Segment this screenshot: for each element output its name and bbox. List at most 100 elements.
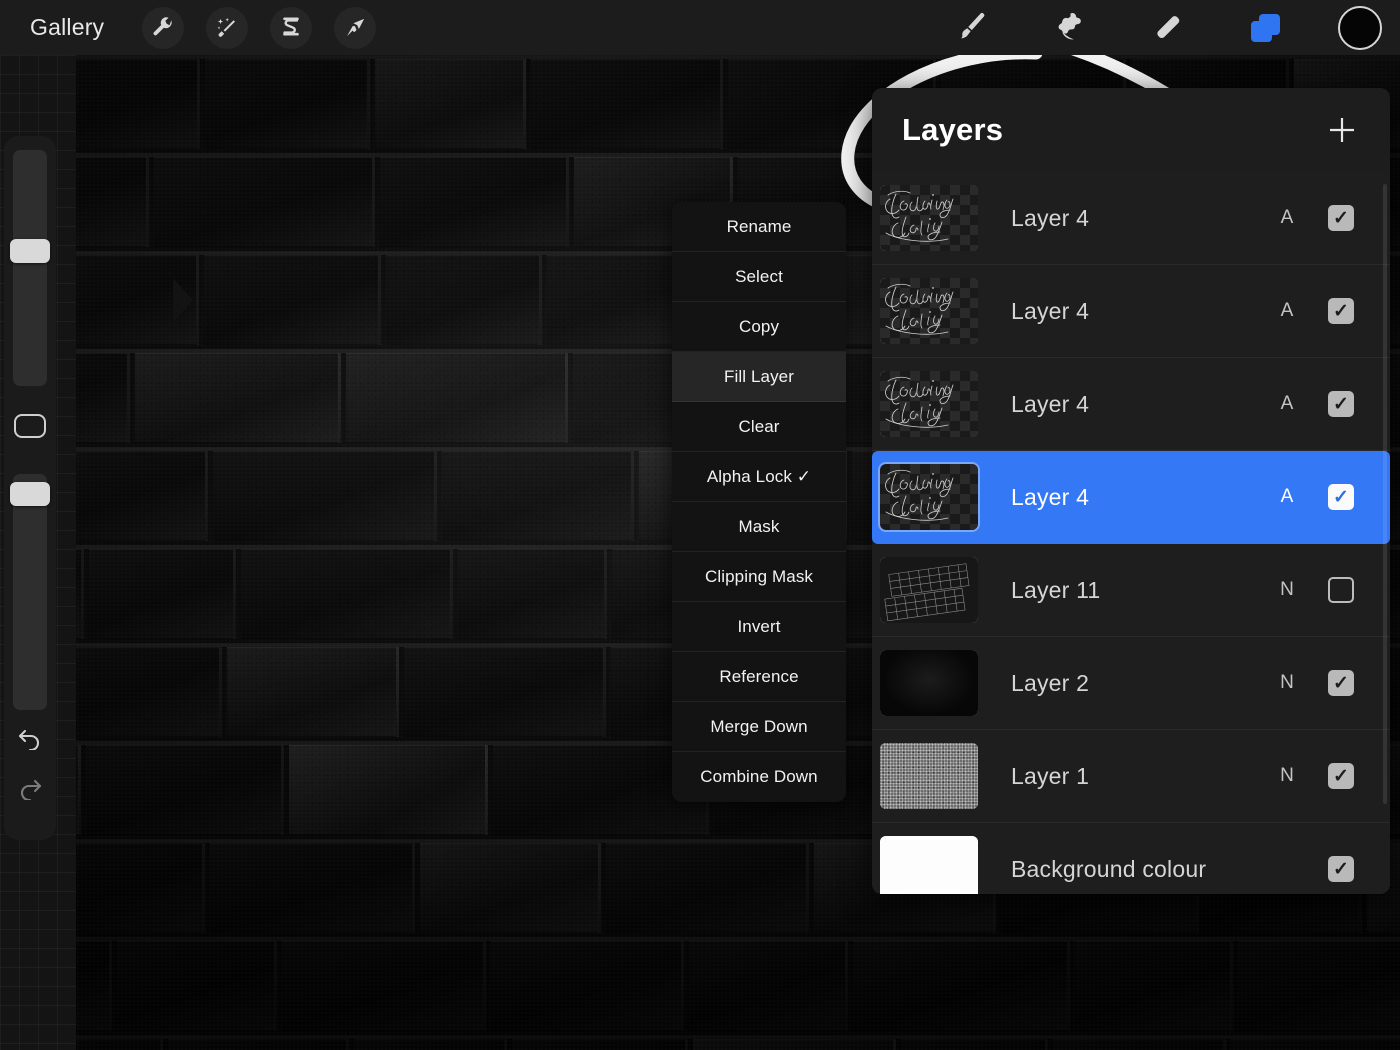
layers-scrollbar[interactable]: [1383, 184, 1387, 804]
brick: [442, 451, 634, 541]
layer-visibility-checkbox[interactable]: ✓: [1328, 577, 1354, 603]
redo-button[interactable]: [8, 766, 52, 810]
layer-thumbnail[interactable]: [880, 557, 978, 623]
adjustments-wand-button[interactable]: [206, 6, 249, 49]
layer-blend-mode[interactable]: A: [1274, 486, 1300, 508]
layer-row[interactable]: Layer 4 A ✓: [872, 172, 1390, 265]
checkmark-icon: ✓: [1333, 300, 1349, 322]
undo-button[interactable]: [8, 716, 52, 760]
brick: [375, 59, 526, 149]
checkmark-icon: ✓: [1333, 207, 1349, 229]
transform-button[interactable]: [334, 6, 377, 49]
layer-row[interactable]: Layer 1 N ✓: [872, 730, 1390, 823]
brick: [205, 59, 370, 149]
brick: [1238, 941, 1400, 1031]
context-menu-item-label: Clipping Mask: [704, 566, 814, 586]
layer-visibility-checkbox[interactable]: ✓: [1328, 856, 1354, 882]
smudge-icon: [1049, 7, 1091, 49]
selection-button[interactable]: [270, 6, 313, 49]
layer-name: Layer 4: [1011, 204, 1090, 231]
gallery-button[interactable]: Gallery: [22, 10, 112, 45]
layers-button[interactable]: [1238, 5, 1294, 51]
context-menu-item[interactable]: Clipping Mask: [672, 552, 846, 602]
layer-row[interactable]: Layer 4 A ✓: [872, 451, 1390, 544]
context-menu-item[interactable]: Rename: [672, 202, 846, 252]
paint-brush-button[interactable]: [944, 5, 1000, 51]
layer-row[interactable]: Layer 2 N ✓: [872, 637, 1390, 730]
brush-opacity-thumb[interactable]: [10, 482, 50, 507]
layer-visibility-checkbox[interactable]: ✓: [1328, 763, 1354, 789]
wrench-icon: [151, 16, 175, 40]
context-menu-item-label: Select: [735, 266, 783, 286]
layer-thumbnail[interactable]: [880, 743, 978, 809]
layer-row[interactable]: Layer 4 A ✓: [872, 265, 1390, 358]
layer-thumbnail[interactable]: [880, 464, 978, 530]
layers-icon: [1246, 9, 1286, 47]
add-layer-button[interactable]: [1320, 108, 1364, 152]
modify-button[interactable]: [14, 414, 46, 438]
context-menu-item[interactable]: Select: [672, 252, 846, 302]
layer-visibility-checkbox[interactable]: ✓: [1328, 298, 1354, 324]
context-menu-item[interactable]: Reference: [672, 652, 846, 702]
magic-wand-icon: [215, 16, 239, 40]
brick: [606, 843, 809, 933]
brush-size-slider[interactable]: [10, 150, 50, 386]
layer-thumbnail[interactable]: [880, 278, 978, 344]
context-menu-item[interactable]: Combine Down: [672, 752, 846, 802]
brick: [512, 1039, 688, 1050]
brick: [76, 549, 84, 639]
layer-blend-mode[interactable]: A: [1274, 393, 1300, 415]
brick: [76, 647, 222, 737]
context-menu-item[interactable]: Invert: [672, 602, 846, 652]
context-menu-item[interactable]: Alpha Lock ✓: [672, 452, 846, 502]
context-menu-item[interactable]: Copy: [672, 302, 846, 352]
eraser-button[interactable]: [1140, 5, 1196, 51]
brick-course: [76, 1035, 1400, 1050]
brick: [154, 157, 375, 247]
lettering-daily-artwork: [885, 190, 954, 242]
brick: [386, 255, 542, 345]
context-menu-item[interactable]: Mask: [672, 502, 846, 552]
layer-row[interactable]: Layer 11 N ✓: [872, 544, 1390, 637]
transform-arrow-icon: [344, 16, 367, 39]
checkmark-icon: ✓: [1333, 858, 1349, 880]
top-toolbar: Gallery: [0, 0, 1400, 55]
brick: [135, 353, 341, 443]
layer-row[interactable]: Background colour ✓: [872, 823, 1390, 894]
context-menu-item[interactable]: Merge Down: [672, 702, 846, 752]
context-menu-item-label: Copy: [738, 316, 780, 336]
layer-blend-mode[interactable]: A: [1274, 300, 1300, 322]
context-menu-item-label: Alpha Lock ✓: [706, 466, 812, 486]
layer-blend-mode[interactable]: A: [1274, 207, 1300, 229]
layer-blend-mode[interactable]: N: [1274, 579, 1300, 601]
brush-opacity-slider[interactable]: [10, 474, 50, 710]
context-menu-item-label: Merge Down: [710, 716, 808, 736]
layer-visibility-checkbox[interactable]: ✓: [1328, 484, 1354, 510]
brick: [76, 941, 112, 1031]
brush-size-thumb[interactable]: [10, 239, 50, 264]
brick: [689, 941, 848, 1031]
layer-visibility-checkbox[interactable]: ✓: [1328, 391, 1354, 417]
brick-course: [76, 937, 1400, 1035]
right-tool-group: [902, 5, 1382, 51]
left-sidebar: [4, 136, 56, 840]
context-menu-item[interactable]: Clear: [672, 402, 846, 452]
layer-visibility-checkbox[interactable]: ✓: [1328, 670, 1354, 696]
actions-wrench-button[interactable]: [142, 6, 185, 49]
undo-arrow-icon: [16, 726, 44, 750]
lettering-daily-artwork: [885, 376, 954, 428]
brick: [76, 843, 205, 933]
layer-blend-mode[interactable]: N: [1274, 672, 1300, 694]
layer-row[interactable]: Layer 4 A ✓: [872, 358, 1390, 451]
context-menu-item[interactable]: Fill Layer: [672, 352, 846, 402]
layer-thumbnail[interactable]: [880, 371, 978, 437]
brick: [117, 941, 277, 1031]
brick: [213, 451, 437, 541]
colour-swatch-button[interactable]: [1338, 5, 1382, 50]
layer-visibility-checkbox[interactable]: ✓: [1328, 205, 1354, 231]
layer-thumbnail[interactable]: [880, 185, 978, 251]
layer-thumbnail[interactable]: [880, 836, 978, 894]
layer-thumbnail[interactable]: [880, 650, 978, 716]
layer-blend-mode[interactable]: N: [1274, 765, 1300, 787]
smudge-button[interactable]: [1042, 5, 1098, 51]
